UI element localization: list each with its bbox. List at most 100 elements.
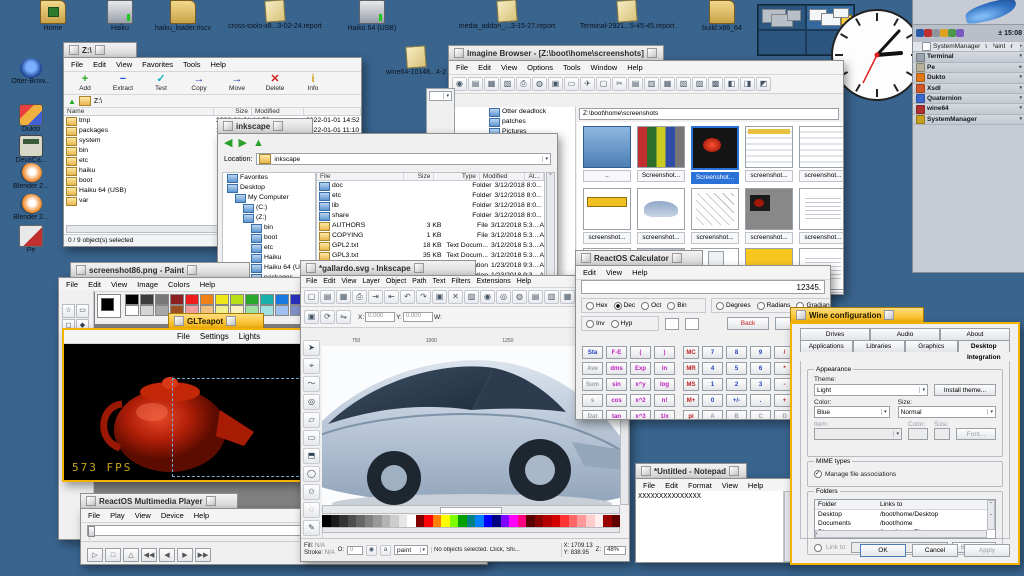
expander-arrow-icon[interactable]: ▾ [1019, 52, 1022, 61]
palette-swatch[interactable] [365, 515, 374, 527]
calc-key[interactable]: . [750, 394, 771, 407]
thumbnail[interactable]: screenshot... [799, 188, 843, 244]
color-swatch[interactable] [215, 294, 229, 305]
thumbnail[interactable]: screenshot... [799, 126, 843, 184]
menu-item[interactable]: Device [156, 510, 189, 521]
menu-item[interactable]: Text [430, 277, 449, 286]
palette-swatch[interactable] [382, 515, 391, 527]
paint-title-bar[interactable]: screenshot86.png - Paint [70, 262, 250, 277]
desktop-icon[interactable]: DevaCa... [2, 135, 60, 164]
calc-key[interactable]: log [654, 378, 675, 391]
file-row[interactable]: doc Folder 3/12/2018 8:0... [317, 181, 544, 191]
calc-key[interactable]: Exp [630, 362, 651, 375]
calc-key[interactable]: ln [654, 362, 675, 375]
chevron-down-icon[interactable]: ▾ [443, 93, 449, 99]
calc-key[interactable]: cos [606, 394, 627, 407]
desktop-icon[interactable]: Blender 2... [2, 163, 60, 190]
notepad-title-bar[interactable]: *Untitled - Notepad [635, 463, 747, 478]
folder-link-row[interactable]: Documents/boot/home [815, 519, 995, 528]
location-value[interactable]: inkscape [274, 156, 300, 163]
menu-item[interactable]: Layer [359, 277, 383, 286]
calc-key[interactable]: Sta [582, 346, 603, 359]
menu-item[interactable]: Help [622, 62, 647, 73]
tree-item[interactable]: Otter deadlock [449, 107, 575, 117]
menu-item[interactable]: Filters [448, 277, 473, 286]
file-row[interactable]: AUTHORS 3 KB File 3/12/2018 5:3... A [317, 221, 544, 231]
desktop-icon[interactable]: Dukto [2, 104, 60, 133]
tool-icon[interactable]: ◯ [303, 466, 320, 482]
close-icon[interactable] [223, 121, 233, 131]
close-icon[interactable] [306, 263, 316, 273]
thumbnail[interactable]: screenshot... [745, 126, 793, 184]
calc-key[interactable]: A [702, 410, 723, 420]
up-icon[interactable]: ▲ [253, 138, 264, 148]
palette-swatch[interactable] [569, 515, 578, 527]
toolbar-icon[interactable]: ⇤ [384, 290, 399, 304]
palette-swatch[interactable] [577, 515, 586, 527]
menu-item[interactable]: File [303, 277, 320, 286]
menu-item[interactable]: Help [743, 480, 768, 491]
toolbar-icon[interactable]: ▣ [432, 290, 447, 304]
toolbar-icon[interactable]: ▦ [336, 290, 351, 304]
desktop-icon[interactable]: Terminal-2921...5-45-45.report [577, 0, 677, 31]
calc-key[interactable]: 3 [750, 378, 771, 391]
color-swatch[interactable] [275, 294, 289, 305]
menu-item[interactable]: Path [409, 277, 429, 286]
desktop-icon[interactable]: cross-tools-x8...3-02-24.report [225, 0, 325, 31]
menu-item[interactable]: File [638, 480, 660, 491]
expander-arrow-icon[interactable]: ▾ [1019, 84, 1022, 93]
menu-item[interactable]: Help [195, 279, 220, 290]
toolbar-icon[interactable]: ✕ [448, 290, 463, 304]
tool-icon[interactable]: ➤ [303, 340, 320, 356]
tree-item[interactable]: boot [223, 233, 315, 243]
rotate-icon[interactable]: ⟳ [320, 310, 335, 324]
palette-swatch[interactable] [399, 515, 408, 527]
palette-swatch[interactable] [433, 515, 442, 527]
calc-key[interactable]: ( [630, 346, 651, 359]
tool-icon[interactable]: 〜 [303, 376, 320, 392]
toolbar-icon[interactable]: ◎ [496, 290, 511, 304]
menu-item[interactable]: Edit [320, 277, 338, 286]
menu-item[interactable]: Object [383, 277, 409, 286]
opacity-field[interactable]: 0 [347, 546, 363, 555]
file-row[interactable]: COPYING 1 KB File 3/12/2018 5:3... A [317, 231, 544, 241]
tray-icon[interactable] [916, 29, 924, 37]
menu-item[interactable]: File [83, 510, 105, 521]
deskbar-item[interactable]: SystemManager [913, 42, 985, 52]
palette-swatch[interactable] [407, 515, 416, 527]
up-arrow-icon[interactable]: ▲ [68, 97, 76, 106]
calc-key[interactable]: ) [654, 346, 675, 359]
radio-button[interactable]: Dec [614, 302, 636, 310]
calc-key[interactable]: 8 [726, 346, 747, 359]
menu-item[interactable]: Help [514, 277, 534, 286]
toolbar-icon[interactable]: ▥ [544, 290, 559, 304]
fb-column-headers[interactable]: File Size Type Modified At... [317, 173, 544, 181]
inkscape-title-bar[interactable]: *gallardo.svg - Inkscape [300, 260, 476, 275]
transport-button[interactable]: △ [123, 548, 139, 562]
file-row[interactable]: lib Folder 3/12/2018 8:0... [317, 201, 544, 211]
deskbar-clock[interactable]: ± 15:08 [998, 30, 1022, 37]
transport-button[interactable]: □ [105, 548, 121, 562]
menu-item[interactable]: View [717, 480, 743, 491]
palette-swatch[interactable] [595, 515, 604, 527]
zoom-icon[interactable] [95, 45, 105, 55]
calc-key[interactable]: B [726, 410, 747, 420]
palette-swatch[interactable] [509, 515, 518, 527]
menu-item[interactable]: Help [627, 267, 652, 278]
calc-key[interactable]: 1 [702, 378, 723, 391]
select-all-icon[interactable]: ▣ [304, 310, 319, 324]
calc-key[interactable]: 1/x [654, 410, 675, 420]
tool-icon[interactable]: ✩ [303, 484, 320, 500]
menu-item[interactable]: File [61, 279, 83, 290]
player-title-bar[interactable]: ReactOS Multimedia Player [80, 493, 238, 508]
tool-icon[interactable]: ⬒ [303, 448, 320, 464]
folder-link-row[interactable]: Desktop/boot/home/Desktop [815, 510, 995, 519]
back-icon[interactable]: ◀ [224, 138, 232, 148]
palette-swatch[interactable] [339, 515, 348, 527]
deskbar-item[interactable]: Dukto ▾ [913, 73, 1024, 83]
toolbar-icon[interactable]: ◉ [480, 290, 495, 304]
deskbar-item[interactable]: Terminal ▾ [913, 52, 1024, 62]
menu-item[interactable]: Favorites [137, 59, 178, 70]
menu-item[interactable]: Edit [578, 267, 601, 278]
calc-key[interactable]: 0 [702, 394, 723, 407]
